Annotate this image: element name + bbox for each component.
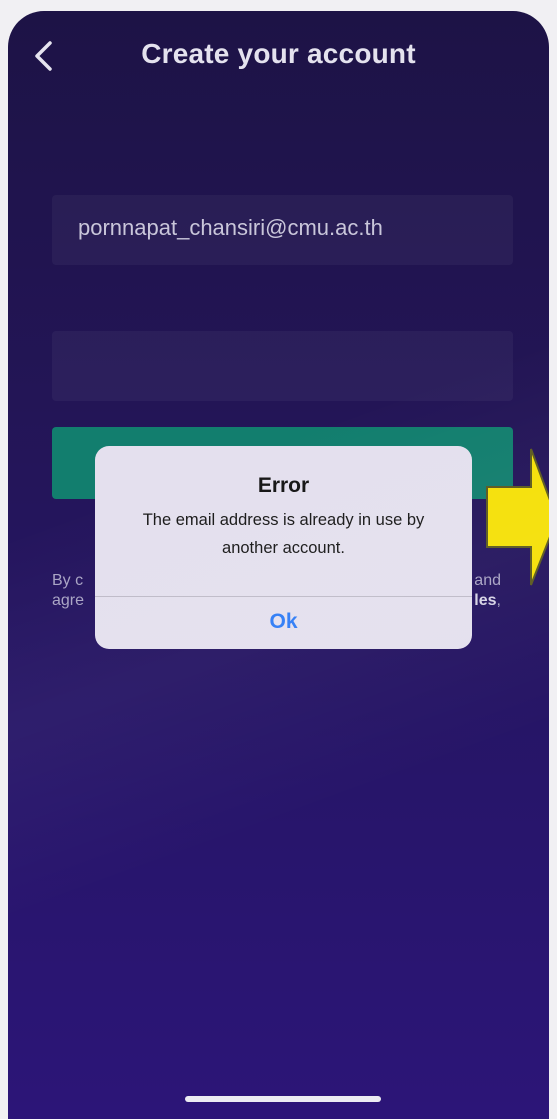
email-value: pornnapat_chansiri@cmu.ac.th [78, 215, 383, 240]
terms-line-1-left: By c [52, 572, 84, 589]
email-field[interactable]: pornnapat_chansiri@cmu.ac.th [52, 195, 513, 265]
terms-line-2-left: agre [52, 592, 85, 609]
phone-screen: Create your account pornnapat_chansiri@c… [8, 11, 549, 1119]
dialog-message: The email address is already in use by a… [142, 511, 425, 557]
terms-comma: , [496, 592, 501, 609]
page-title: Create your account [141, 38, 416, 69]
ok-button[interactable]: Ok [95, 596, 472, 647]
arrow-annotation-icon [486, 448, 549, 586]
password-field[interactable] [52, 331, 513, 401]
terms-link-text[interactable]: les [474, 592, 496, 609]
terms-line-2-right: les, [474, 591, 501, 611]
error-dialog: Error The email address is already in us… [95, 446, 472, 649]
home-indicator[interactable] [185, 1096, 381, 1102]
dialog-title: Error [257, 474, 310, 497]
